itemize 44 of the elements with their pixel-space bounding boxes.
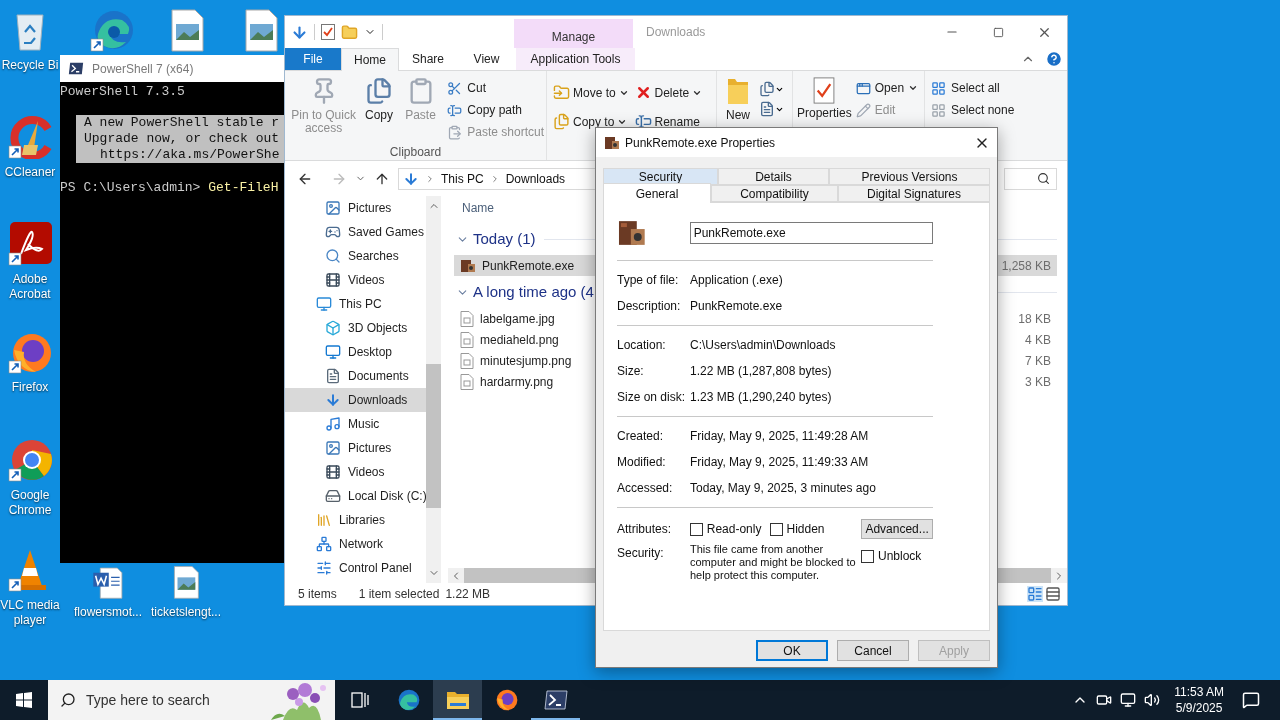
field-value: 1.22 MB (1,287,808 bytes) (690, 363, 832, 380)
field-label: Modified: (617, 454, 667, 471)
field-label: Attributes: (617, 521, 673, 538)
file-name: labelgame.jpg (480, 310, 555, 328)
group-label: Clipboard (389, 144, 442, 161)
file-size: 1,258 KB (1001, 257, 1051, 275)
file-name: hardarmy.png (480, 373, 554, 391)
status-text: 5 items (298, 586, 337, 603)
status-text: 1.22 MB (445, 586, 491, 603)
field-label: Type of file: (617, 272, 680, 289)
terminal-line: PowerShell 7.3.5 (60, 84, 185, 100)
file-size: 18 KB (1018, 310, 1051, 328)
update-notice: A new PowerShell stable r Upgrade now, or check out https://aka.ms/PowerShe (76, 115, 284, 163)
placeholder: Type here to search (86, 690, 210, 710)
field-value: PunkRemote.exe (690, 298, 783, 315)
field-value: Friday, May 9, 2025, 11:49:33 AM (690, 454, 869, 471)
field-value: Today, May 9, 2025, 3 minutes ago (690, 480, 876, 497)
time-text: 11:53 AM (1174, 684, 1224, 700)
field-label: Size: (617, 363, 645, 380)
file-name: mediaheld.png (480, 331, 559, 349)
date-text: 5/9/2025 (1175, 700, 1223, 716)
prompt: PS C:\Users\admin> (60, 180, 202, 196)
status-text: 1 item selected (358, 586, 440, 603)
field-label: Security: (617, 545, 665, 562)
dialog-title: PunkRemote.exe Properties (625, 134, 776, 152)
field-label: Description: (617, 298, 682, 315)
contextual-tab-group: Manage (514, 19, 633, 48)
file-size: 3 KB (1025, 373, 1051, 391)
field-value: 1.23 MB (1,290,240 bytes) (690, 389, 832, 406)
field-label: Location: (617, 337, 667, 354)
window-title: PowerShell 7 (x64) (92, 60, 194, 78)
field-value: Application (.exe) (690, 272, 783, 289)
field-value: C:\Users\admin\Downloads (690, 337, 836, 354)
field-label: Size on disk: (617, 389, 687, 406)
security-warning: This file came from another computer and might be blocked to help protect this computer. (690, 543, 856, 582)
file-name: PunkRemote.exe (482, 257, 575, 275)
window-title: Downloads (646, 24, 706, 41)
field-value: Friday, May 9, 2025, 11:49:28 AM (690, 428, 869, 445)
file-name: minutesjump.png (480, 352, 572, 370)
file-size: 4 KB (1025, 331, 1051, 349)
command: Get-FileH (208, 180, 279, 196)
field-label: Accessed: (617, 480, 674, 497)
field-label: Created: (617, 428, 665, 445)
file-size: 7 KB (1025, 352, 1051, 370)
